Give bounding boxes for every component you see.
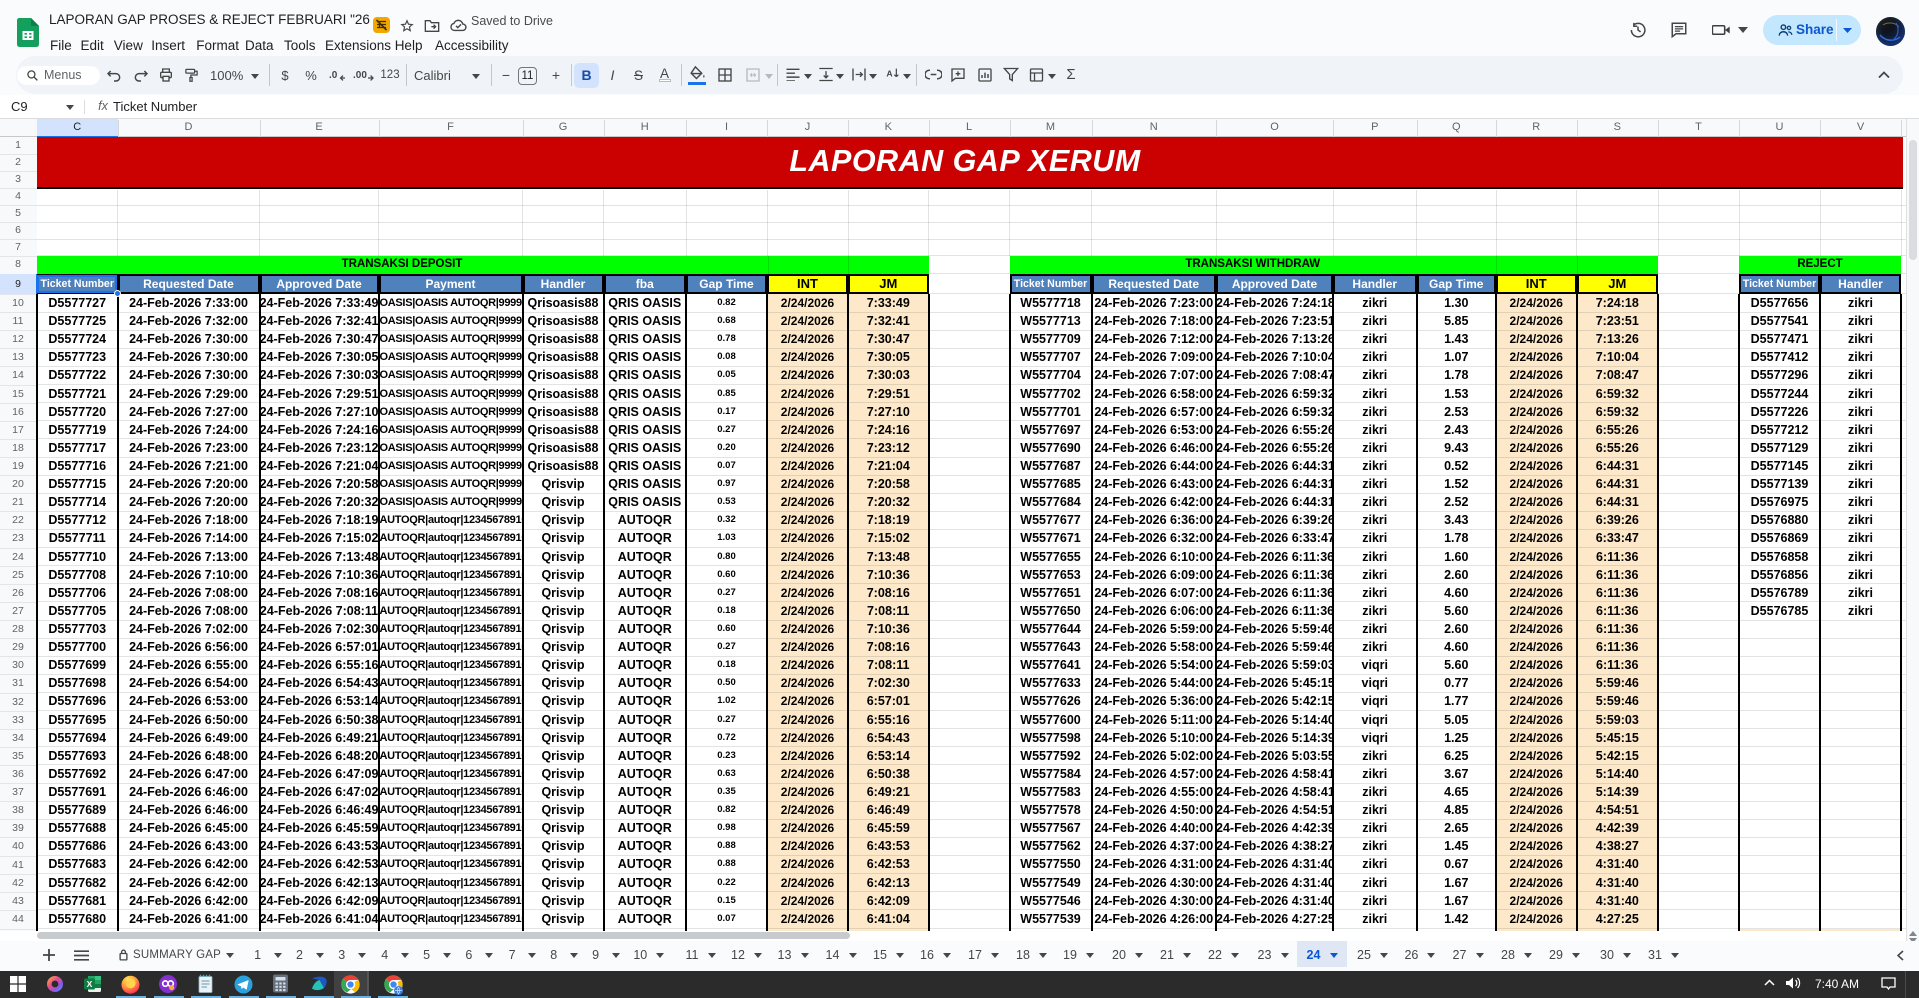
svg-text:X: X (87, 979, 93, 989)
svg-text:.00: .00 (353, 70, 367, 81)
svg-text:.0: .0 (329, 70, 338, 81)
svg-text:A: A (886, 69, 893, 79)
